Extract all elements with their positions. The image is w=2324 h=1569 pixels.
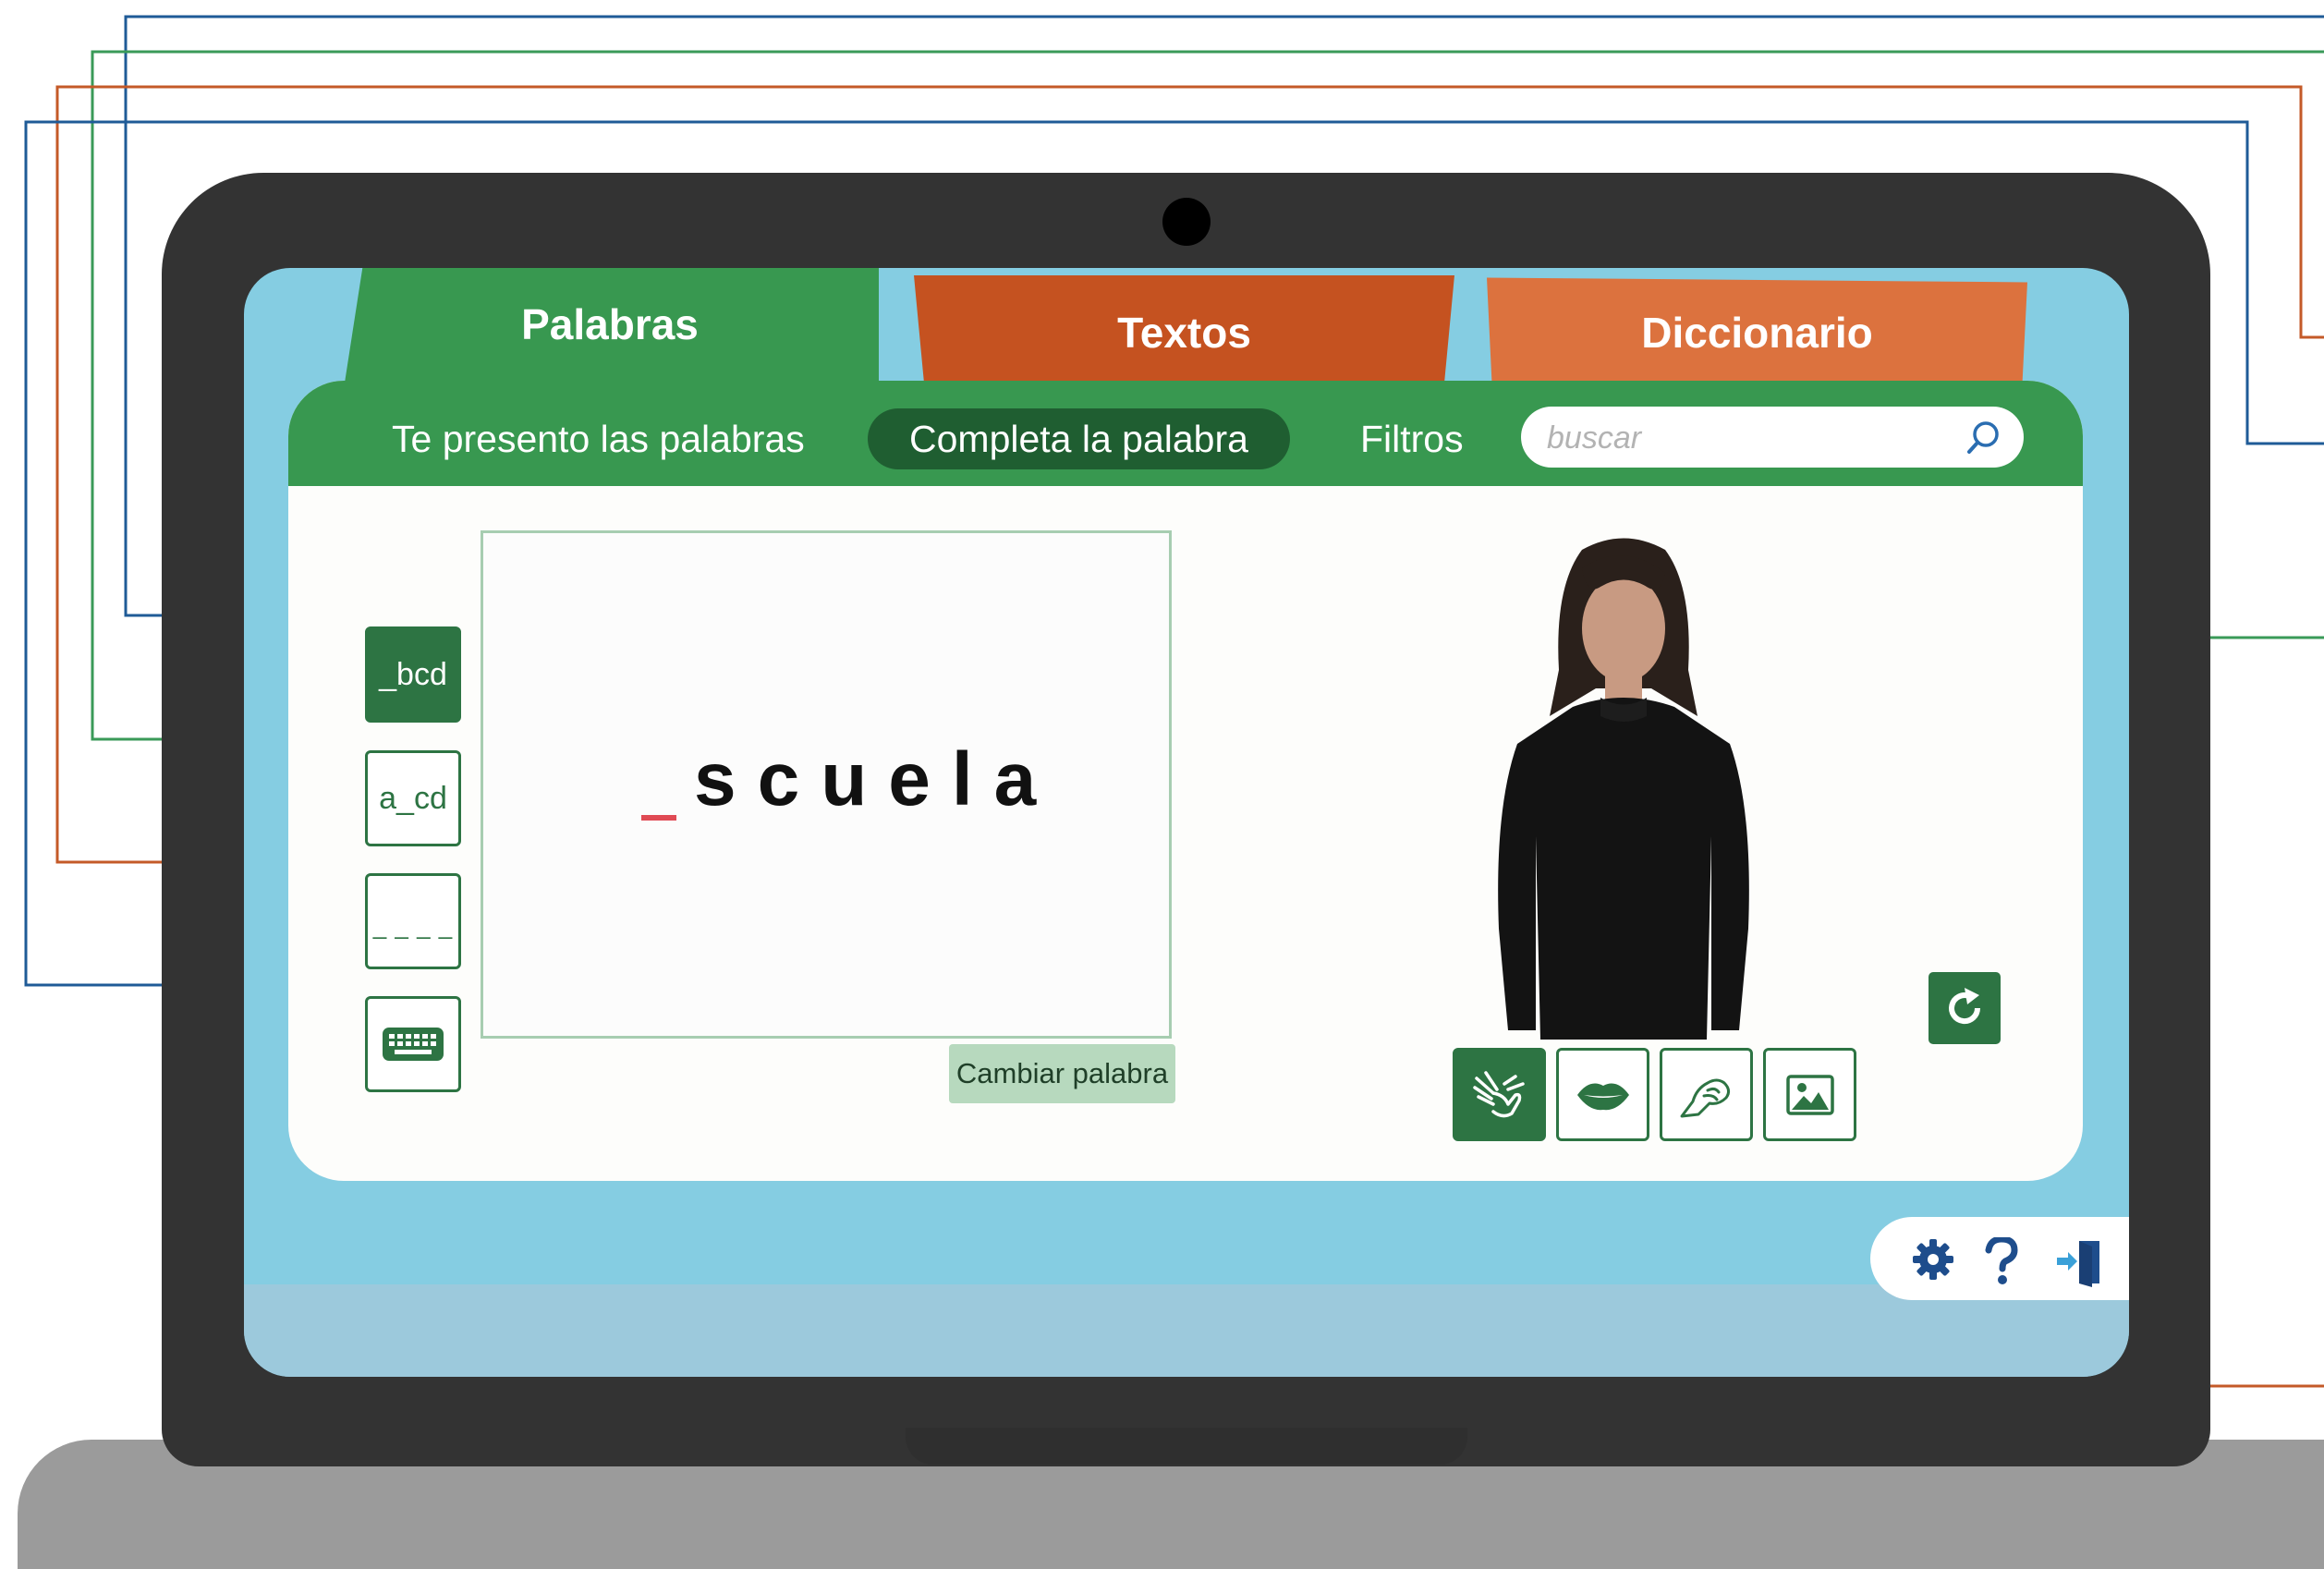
tab-palabras-label: Palabras [521, 300, 699, 348]
hint-all-blanks-label: _ _ _ _ [372, 911, 454, 940]
hint-first-letter-button[interactable]: _bcd [365, 626, 461, 723]
missing-letter-blank [641, 815, 676, 821]
hint-middle-letter-button[interactable]: a_cd [365, 750, 461, 846]
utility-bar [1870, 1217, 2129, 1300]
app-screen: Palabras Textos Diccionario Te presento … [244, 268, 2129, 1377]
help-icon[interactable] [1983, 1237, 2020, 1285]
subnav-intro-words[interactable]: Te presento las palabras [392, 408, 805, 469]
subnav-intro-label: Te presento las palabras [392, 417, 805, 460]
webcam [1162, 198, 1211, 246]
fingerspelling-hand-icon [1680, 1078, 1730, 1117]
partial-word: scuela [694, 737, 1058, 821]
main-panel: Te presento las palabras Completa la pal… [288, 381, 2083, 1181]
hint-middle-letter-label: a_cd [379, 780, 447, 816]
keyboard-button[interactable] [365, 996, 461, 1092]
screen-bottom-band [244, 1284, 2129, 1377]
lips-icon [1576, 1083, 1629, 1110]
replay-icon [1949, 988, 1981, 1025]
keyboard-icon [383, 1028, 444, 1061]
subnav-filters[interactable]: Filtros [1360, 408, 1464, 469]
search-input[interactable]: buscar [1521, 407, 2024, 468]
laptop-hinge-notch [906, 1428, 1467, 1465]
sub-navigation: Te presento las palabras Completa la pal… [288, 381, 2083, 486]
exit-door-icon[interactable] [2055, 1237, 2105, 1287]
fingerspelling-mode-button[interactable] [1660, 1048, 1753, 1141]
subnav-complete-label: Completa la palabra [909, 417, 1248, 460]
replay-button[interactable] [1929, 972, 2001, 1044]
search-placeholder: buscar [1547, 420, 1642, 456]
change-word-button[interactable]: Cambiar palabra [949, 1044, 1175, 1103]
search-icon[interactable] [1963, 418, 2003, 458]
word-display-box: scuela [481, 530, 1172, 1039]
tab-diccionario-label: Diccionario [1641, 309, 1873, 357]
hint-first-letter-label: _bcd [379, 656, 447, 692]
sign-language-mode-button[interactable] [1453, 1048, 1546, 1141]
change-word-label: Cambiar palabra [955, 1057, 1169, 1089]
tab-diccionario[interactable]: Diccionario [1487, 277, 2027, 390]
image-icon [1785, 1074, 1834, 1115]
subnav-filters-label: Filtros [1360, 417, 1464, 460]
tab-textos[interactable]: Textos [914, 275, 1454, 390]
image-mode-button[interactable] [1763, 1048, 1856, 1141]
subnav-complete-word[interactable]: Completa la palabra [868, 408, 1290, 469]
lip-reading-mode-button[interactable] [1556, 1048, 1649, 1141]
tab-textos-label: Textos [1117, 309, 1251, 357]
sign-language-hands-icon [1472, 1070, 1525, 1117]
sign-language-video [1498, 538, 1749, 1040]
gear-icon[interactable] [1911, 1237, 1955, 1282]
hint-all-blanks-button[interactable]: _ _ _ _ [365, 873, 461, 969]
